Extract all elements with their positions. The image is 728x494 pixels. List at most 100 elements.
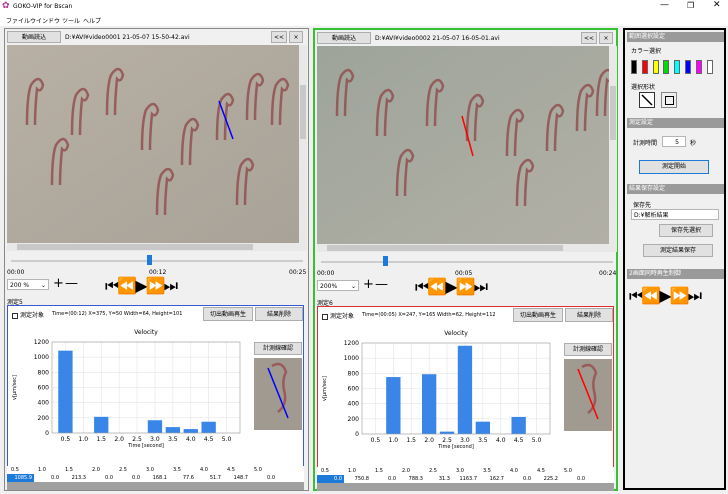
last-frame-icon[interactable]: ⏭ [164, 276, 178, 295]
play-icon[interactable]: ▶ [445, 277, 457, 296]
seek-thumb[interactable] [383, 256, 388, 266]
horizontal-scroll-thumb[interactable] [17, 244, 253, 250]
color-swatch[interactable] [706, 60, 713, 74]
load-video-button[interactable]: 動画読込 [317, 32, 371, 44]
menu-window[interactable]: ウインドウ [30, 16, 60, 25]
load-video-button[interactable]: 動画読込 [7, 31, 61, 43]
dest-field[interactable]: D:¥解析結果 [631, 209, 719, 220]
sync-first-icon[interactable]: ⏮ [629, 286, 643, 305]
table-cell[interactable]: 77.6 [169, 474, 196, 482]
checkbox-icon[interactable] [12, 312, 18, 319]
horizontal-scrollbar[interactable] [317, 244, 617, 252]
last-frame-icon[interactable]: ⏭ [474, 277, 488, 296]
line-shape-button[interactable] [639, 92, 655, 108]
table-cell[interactable]: 51.7 [196, 474, 223, 482]
play-icon[interactable]: ▶ [135, 276, 147, 295]
seek-thumb[interactable] [147, 255, 152, 265]
x-tick-label: 2.0 [424, 437, 434, 444]
vertical-scroll-thumb[interactable] [610, 86, 616, 140]
menu-help[interactable]: ヘルプ [83, 16, 101, 25]
table-cell[interactable]: 225.2 [533, 475, 560, 483]
zoom-select[interactable]: 200 % ⌄ [7, 279, 49, 290]
table-cell[interactable]: 0.0 [317, 475, 344, 483]
maximize-icon[interactable]: ❐ [687, 1, 694, 10]
table-cell[interactable]: 162.7 [479, 475, 506, 483]
vertical-scroll-thumb[interactable] [300, 85, 306, 139]
table-cell[interactable]: 750.8 [344, 475, 371, 483]
sync-forward-icon[interactable]: ⏩ [670, 286, 690, 305]
menu-tools[interactable]: ツール [62, 16, 80, 25]
seek-track[interactable] [321, 261, 613, 263]
color-swatch[interactable] [652, 60, 659, 74]
table-cell[interactable]: 31.3 [425, 475, 452, 483]
color-swatch[interactable] [685, 60, 691, 74]
checkbox-icon[interactable] [322, 313, 328, 320]
sync-play-icon[interactable]: ▶ [659, 286, 671, 305]
table-cell[interactable]: 0.0 [506, 475, 533, 483]
time-stepper[interactable]: 5 [662, 136, 686, 147]
table-cell[interactable]: 1163.7 [452, 475, 479, 483]
delete-result-button[interactable]: 結果削除 [255, 307, 303, 321]
forward-icon[interactable]: ⏩ [146, 276, 166, 295]
table-cell[interactable]: 1085.9 [7, 474, 34, 482]
table-cell[interactable]: 0.0 [250, 474, 277, 482]
cut-play-button[interactable]: 切出動画再生 [203, 307, 253, 321]
start-measure-button[interactable]: 測定開始 [639, 160, 709, 174]
table-cell[interactable]: 0.0 [115, 474, 142, 482]
first-frame-icon[interactable]: ⏮ [415, 277, 429, 296]
forward-icon[interactable]: ⏩ [456, 277, 476, 296]
close-video-button[interactable]: × [289, 31, 303, 43]
cut-play-button[interactable]: 切出動画再生 [513, 308, 563, 322]
table-cell[interactable]: 213.3 [61, 474, 88, 482]
delete-result-button[interactable]: 結果削除 [565, 308, 613, 322]
first-frame-icon[interactable]: ⏮ [105, 276, 119, 295]
back-button[interactable]: << [581, 32, 597, 44]
color-swatch[interactable] [663, 60, 670, 74]
x-tick-label: 3.0 [150, 436, 160, 443]
color-swatch[interactable] [631, 60, 637, 74]
video-frame[interactable] [7, 45, 307, 243]
vertical-scrollbar[interactable] [609, 46, 617, 244]
table-cell[interactable]: 0.0 [34, 474, 61, 482]
confirm-line-button[interactable]: 計測線確認 [564, 343, 612, 356]
menu-file[interactable]: ファイル [6, 16, 30, 25]
table-cell[interactable]: 788.3 [398, 475, 425, 483]
table-cell[interactable]: 0.0 [88, 474, 115, 482]
close-video-button[interactable]: × [599, 32, 613, 44]
rewind-icon[interactable]: ⏪ [427, 277, 447, 296]
sync-rewind-icon[interactable]: ⏪ [641, 286, 661, 305]
x-tick-label: 0.5 [371, 437, 381, 444]
table-header: 0.5 [321, 468, 329, 474]
measure-target-check[interactable]: 測定対象 [12, 310, 44, 319]
color-swatch[interactable] [674, 60, 681, 74]
chart-title: Velocity [134, 329, 158, 336]
vertical-scrollbar[interactable] [299, 45, 307, 243]
close-window-icon[interactable]: ✕ [713, 0, 721, 10]
video-frame[interactable] [317, 46, 617, 244]
dest-select-button[interactable]: 保存先選択 [659, 224, 713, 237]
measure-target-check[interactable]: 測定対象 [322, 311, 354, 320]
horizontal-scroll-thumb[interactable] [327, 245, 563, 251]
minimize-icon[interactable]: — [660, 0, 669, 10]
zoom-plus-icon[interactable]: + [53, 276, 64, 291]
horizontal-scrollbar[interactable] [7, 243, 307, 251]
seek-track[interactable] [11, 260, 303, 262]
rect-shape-button[interactable] [661, 92, 677, 108]
rewind-icon[interactable]: ⏪ [117, 276, 137, 295]
table-cell[interactable]: 0.0 [560, 475, 587, 483]
zoom-plus-icon[interactable]: + [363, 277, 374, 292]
color-swatch[interactable] [695, 60, 702, 74]
table-cell[interactable]: 168.1 [142, 474, 169, 482]
back-button[interactable]: << [271, 31, 287, 43]
color-swatch[interactable] [641, 60, 648, 74]
table-cell[interactable]: 0.0 [371, 475, 398, 483]
sync-last-icon[interactable]: ⏭ [688, 286, 702, 305]
zoom-select[interactable]: 200% ⌄ [317, 280, 359, 291]
save-results-button[interactable]: 測定結果保存 [643, 244, 713, 257]
x-tick-label: 3.0 [460, 437, 470, 444]
confirm-line-button[interactable]: 計測線確認 [254, 342, 302, 355]
table-cell[interactable]: 148.7 [223, 474, 250, 482]
table-header: 4.5 [537, 468, 545, 474]
zoom-minus-icon[interactable]: — [375, 277, 388, 292]
zoom-minus-icon[interactable]: — [65, 276, 78, 291]
